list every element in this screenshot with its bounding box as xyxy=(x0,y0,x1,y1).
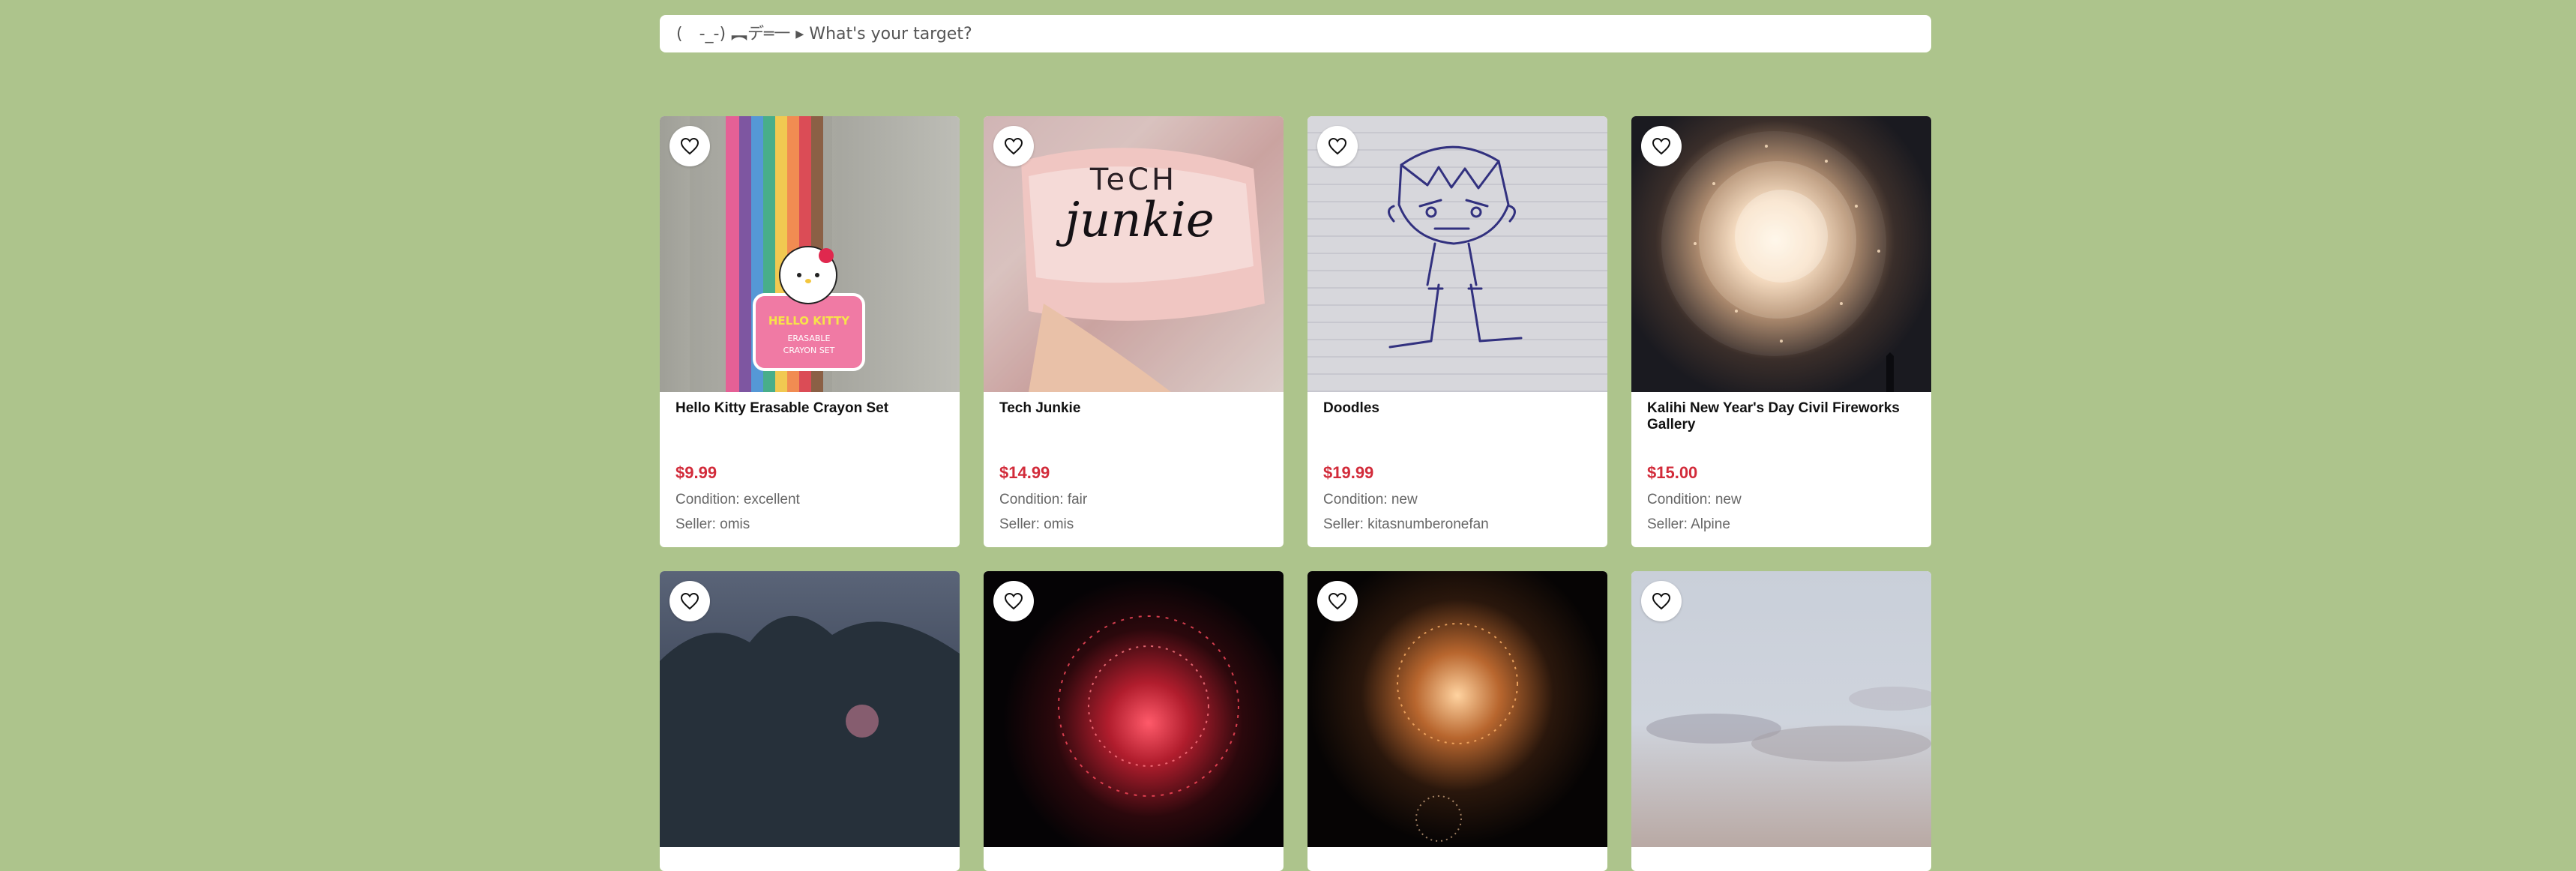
product-price: $15.00 xyxy=(1647,463,1698,482)
heart-icon xyxy=(1328,592,1347,610)
product-card[interactable] xyxy=(660,571,960,871)
product-image[interactable] xyxy=(1307,571,1607,847)
heart-icon xyxy=(1652,137,1671,155)
product-image[interactable]: HELLO KITTY ERASABLE CRAYON SET xyxy=(660,116,960,392)
favorite-button[interactable] xyxy=(669,581,710,621)
product-title[interactable]: Doodles xyxy=(1323,400,1592,417)
product-condition: Condition: new xyxy=(1647,492,1742,507)
favorite-button[interactable] xyxy=(1641,581,1682,621)
product-card[interactable]: TeCH junkie Tech Junkie $14.99 Condition… xyxy=(984,116,1284,547)
product-seller: Seller: kitasnumberonefan xyxy=(1323,516,1489,532)
heart-icon xyxy=(1004,137,1023,155)
favorite-button[interactable] xyxy=(993,126,1034,166)
product-card[interactable] xyxy=(984,571,1284,871)
product-info: Hello Kitty Erasable Crayon Set $9.99 Co… xyxy=(660,392,960,547)
product-title[interactable]: Kalihi New Year's Day Civil Fireworks Ga… xyxy=(1647,400,1916,433)
search-input[interactable] xyxy=(675,14,1916,53)
product-grid: HELLO KITTY ERASABLE CRAYON SET Hello Ki… xyxy=(660,116,1931,871)
favorite-button[interactable] xyxy=(669,126,710,166)
product-info: Kalihi New Year's Day Civil Fireworks Ga… xyxy=(1631,392,1931,547)
heart-icon xyxy=(1328,137,1347,155)
product-image[interactable] xyxy=(1631,116,1931,392)
svg-text:ERASABLE: ERASABLE xyxy=(787,334,830,343)
product-card[interactable]: Doodles $19.99 Condition: new Seller: ki… xyxy=(1307,116,1607,547)
product-title[interactable]: Tech Junkie xyxy=(999,400,1268,417)
product-image[interactable] xyxy=(984,571,1284,847)
product-card[interactable]: Kalihi New Year's Day Civil Fireworks Ga… xyxy=(1631,116,1931,547)
search-bar xyxy=(660,14,1931,53)
heart-icon xyxy=(680,137,699,155)
product-condition: Condition: excellent xyxy=(675,492,800,507)
product-image[interactable] xyxy=(1307,116,1607,392)
heart-icon xyxy=(1004,592,1023,610)
product-image[interactable]: TeCH junkie xyxy=(984,116,1284,392)
product-card[interactable]: HELLO KITTY ERASABLE CRAYON SET Hello Ki… xyxy=(660,116,960,547)
product-price: $19.99 xyxy=(1323,463,1374,482)
favorite-button[interactable] xyxy=(1317,126,1358,166)
product-card[interactable] xyxy=(1307,571,1607,871)
product-meta: $19.99 Condition: new Seller: kitasnumbe… xyxy=(1323,463,1489,537)
product-meta: $14.99 Condition: fair Seller: omis xyxy=(999,463,1087,537)
favorite-button[interactable] xyxy=(1317,581,1358,621)
heart-icon xyxy=(680,592,699,610)
product-info: Doodles $19.99 Condition: new Seller: ki… xyxy=(1307,392,1607,547)
product-card[interactable] xyxy=(1631,571,1931,871)
product-info: Tech Junkie $14.99 Condition: fair Selle… xyxy=(984,392,1284,547)
product-price: $9.99 xyxy=(675,463,717,482)
product-meta: $15.00 Condition: new Seller: Alpine xyxy=(1647,463,1742,537)
svg-text:junkie: junkie xyxy=(1056,193,1214,248)
heart-icon xyxy=(1652,592,1671,610)
product-title[interactable]: Hello Kitty Erasable Crayon Set xyxy=(675,400,944,417)
product-seller: Seller: Alpine xyxy=(1647,516,1730,532)
product-price: $14.99 xyxy=(999,463,1050,482)
favorite-button[interactable] xyxy=(1641,126,1682,166)
product-seller: Seller: omis xyxy=(999,516,1074,532)
product-image[interactable] xyxy=(660,571,960,847)
svg-text:CRAYON SET: CRAYON SET xyxy=(783,346,835,355)
product-image[interactable] xyxy=(1631,571,1931,847)
svg-text:HELLO KITTY: HELLO KITTY xyxy=(768,314,850,328)
product-condition: Condition: new xyxy=(1323,492,1418,507)
product-seller: Seller: omis xyxy=(675,516,750,532)
favorite-button[interactable] xyxy=(993,581,1034,621)
product-condition: Condition: fair xyxy=(999,492,1088,507)
product-meta: $9.99 Condition: excellent Seller: omis xyxy=(675,463,800,537)
